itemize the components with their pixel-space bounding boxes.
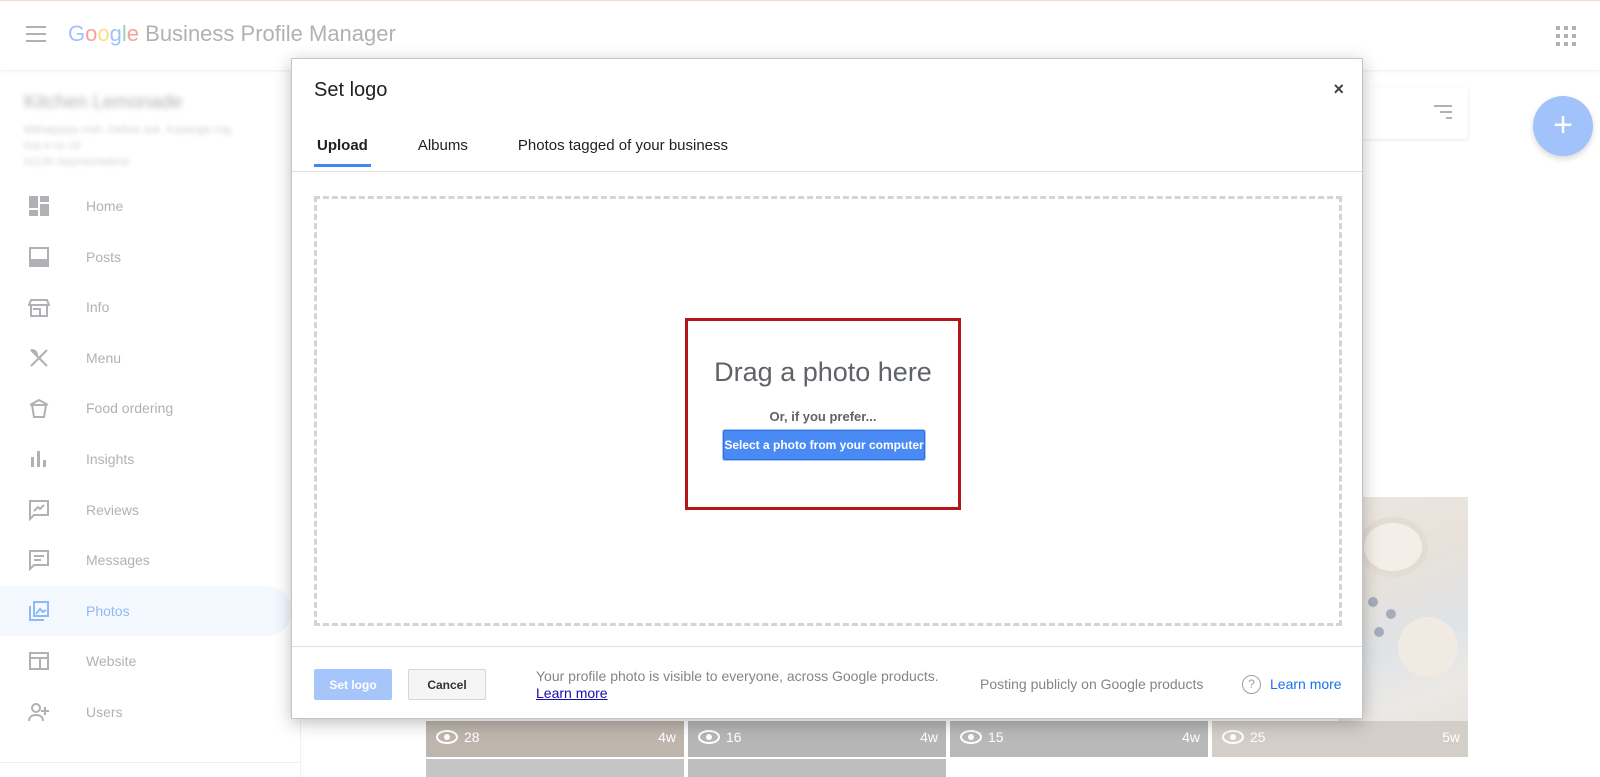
posting-publicly-text: Posting publicly on Google products [980, 676, 1204, 692]
highlight-box: Drag a photo here Or, if you prefer... S… [685, 318, 961, 510]
dialog-tabs: Upload Albums Photos tagged of your busi… [314, 133, 775, 167]
cancel-button[interactable]: Cancel [408, 669, 486, 700]
tab-upload[interactable]: Upload [314, 133, 371, 167]
visibility-notice: Your profile photo is visible to everyon… [536, 668, 939, 702]
visibility-text: Your profile photo is visible to everyon… [536, 668, 939, 684]
tabs-divider [292, 171, 1362, 172]
or-prefer-text: Or, if you prefer... [769, 409, 877, 424]
photo-drop-zone[interactable]: Drag a photo here Or, if you prefer... S… [314, 196, 1342, 626]
tab-albums[interactable]: Albums [415, 133, 471, 167]
footer-divider [292, 646, 1362, 647]
learn-more-help-link[interactable]: Learn more [1270, 676, 1342, 692]
close-icon[interactable]: × [1333, 79, 1344, 100]
learn-more-link[interactable]: Learn more [536, 685, 608, 701]
dialog-title: Set logo [314, 79, 388, 101]
tab-photos-tagged[interactable]: Photos tagged of your business [515, 133, 731, 167]
set-logo-button[interactable]: Set logo [314, 669, 392, 700]
drag-photo-text: Drag a photo here [714, 357, 932, 387]
help-icon[interactable]: ? [1242, 675, 1261, 694]
select-photo-button[interactable]: Select a photo from your computer [723, 430, 925, 460]
set-logo-dialog: Set logo × Upload Albums Photos tagged o… [291, 58, 1363, 719]
